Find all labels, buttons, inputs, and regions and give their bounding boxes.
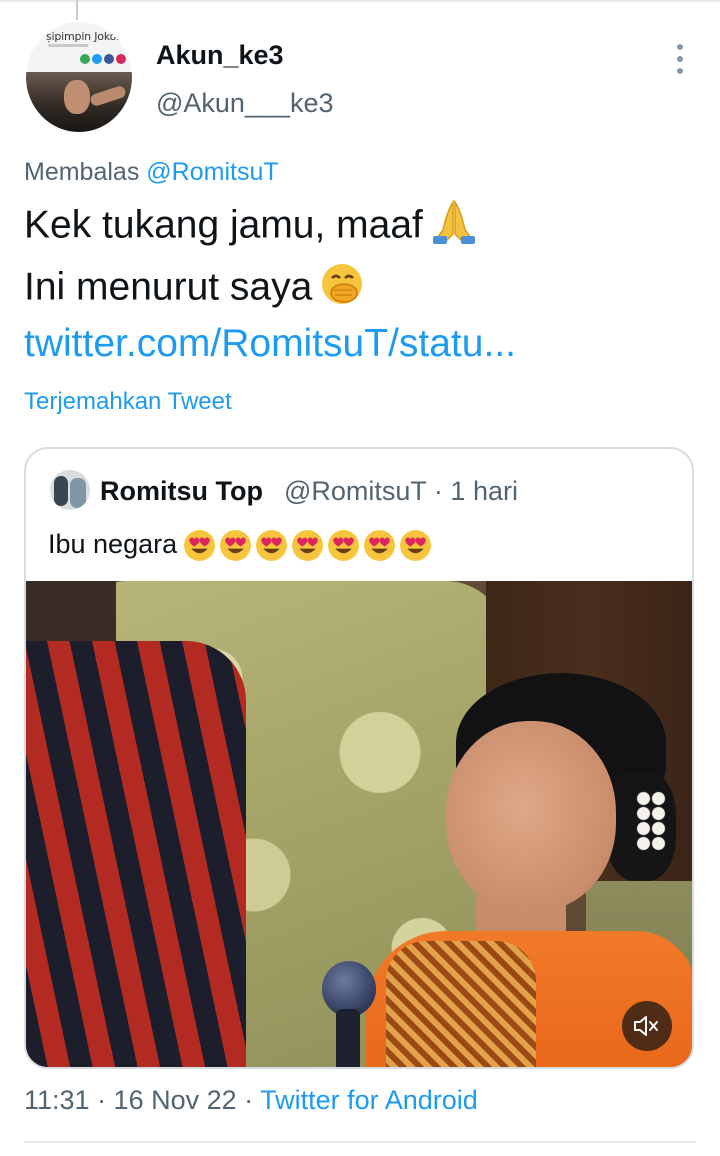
top-divider [0, 0, 720, 2]
quoted-display-name: Romitsu Top [100, 476, 263, 506]
quoted-avatar[interactable] [50, 470, 90, 510]
avatar-caption-subline [48, 44, 88, 47]
heart-eyes-emojis [183, 529, 432, 562]
heart-eyes-icon [292, 530, 324, 562]
translate-tweet-link[interactable]: Terjemahkan Tweet [24, 388, 232, 416]
video-person-left [26, 641, 246, 1067]
face-with-hand-over-mouth-icon [320, 262, 364, 316]
tweet-timestamp: 11:31 · 16 Nov 22 · Twitter for Android [24, 1085, 478, 1115]
avatar-dots [80, 54, 126, 64]
folded-hands-icon [431, 199, 477, 254]
more-options-icon[interactable] [672, 44, 688, 74]
heart-eyes-icon [184, 530, 216, 562]
heart-eyes-icon [328, 530, 360, 562]
user-handle[interactable]: @Akun___ke3 [156, 88, 334, 119]
user-display-name[interactable]: Akun_ke3 [156, 40, 284, 71]
avatar-caption: șipimpin Joko... [46, 30, 126, 43]
tweet-link[interactable]: twitter.com/RomitsuT/statu... [24, 322, 516, 366]
quoted-text: Ibu negara [48, 529, 432, 562]
heart-eyes-icon [256, 530, 288, 562]
microphone [322, 961, 376, 1067]
replying-to-label: Membalas [24, 158, 140, 186]
quoted-handle-time: @RomitsuT · 1 hari [284, 476, 518, 506]
heart-eyes-icon [364, 530, 396, 562]
heart-eyes-icon [400, 530, 432, 562]
heart-eyes-icon [220, 530, 252, 562]
reply-mention-link[interactable]: @RomitsuT [146, 158, 278, 186]
video-player[interactable] [26, 581, 692, 1067]
quoted-tweet-card[interactable]: Romitsu Top @RomitsuT · 1 hari Ibu negar… [24, 447, 694, 1069]
bottom-divider [24, 1141, 696, 1143]
replying-to: Membalas @RomitsuT [24, 158, 279, 187]
thread-connector [76, 0, 78, 20]
tweet-text-line-2: Ini menurut saya [24, 262, 364, 316]
mute-button[interactable] [622, 1001, 672, 1051]
video-person-face [446, 721, 616, 911]
speaker-muted-icon [634, 1016, 658, 1036]
tweet-text-line-1: Kek tukang jamu, maaf [24, 199, 477, 254]
tweet-source-link[interactable]: Twitter for Android [260, 1085, 478, 1115]
avatar[interactable]: șipimpin Joko... [26, 22, 132, 132]
